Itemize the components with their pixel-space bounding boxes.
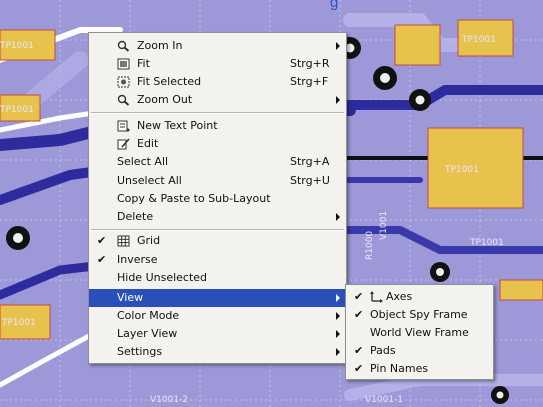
component-label: V1001	[379, 211, 389, 240]
menu-item-copy-paste-sub-layout[interactable]: Copy & Paste to Sub-Layout	[89, 190, 346, 208]
menu-item-grid[interactable]: ✔ Grid	[89, 232, 346, 250]
menu-item-label: Zoom In	[137, 39, 183, 52]
pad	[394, 24, 441, 66]
menu-item-label: World View Frame	[370, 326, 469, 339]
menu-item-shortcut: Strg+R	[290, 57, 330, 70]
menu-item-label: Layer View	[117, 327, 178, 340]
menu-item-shortcut: Strg+A	[290, 155, 330, 168]
submenu-item-world-view-frame[interactable]: World View Frame	[346, 324, 493, 342]
component-label: V1001-2	[150, 395, 188, 405]
component-label: V1001-1	[365, 395, 403, 405]
checkmark-icon: ✔	[354, 362, 364, 375]
menu-item-label: Color Mode	[117, 309, 180, 322]
menu-item-label: Edit	[137, 137, 159, 150]
menu-item-inverse[interactable]: ✔ Inverse	[89, 251, 346, 269]
window-title-fragment: g	[330, 0, 339, 11]
menu-item-label: Pads	[370, 344, 396, 357]
pcb-layout-window: TP1001 TP1001 TP1001 TP1001 TP1001 TP100…	[0, 0, 543, 407]
fit-selected-icon	[117, 76, 130, 88]
submenu-arrow-icon	[336, 312, 340, 320]
submenu-item-object-spy-frame[interactable]: ✔ Object Spy Frame	[346, 306, 493, 324]
menu-item-label: Grid	[137, 234, 161, 247]
menu-item-label: Inverse	[117, 253, 158, 266]
menu-item-label: Fit	[137, 57, 150, 70]
new-text-point-icon	[117, 120, 130, 132]
menu-separator	[91, 112, 344, 114]
menu-item-label: Pin Names	[370, 362, 429, 375]
menu-item-color-mode[interactable]: Color Mode	[89, 307, 346, 325]
pad-label: TP1001	[444, 165, 479, 175]
menu-item-fit-selected[interactable]: Fit Selected Strg+F	[89, 73, 346, 91]
pad	[499, 279, 543, 301]
menu-item-unselect-all[interactable]: Unselect All Strg+U	[89, 172, 346, 190]
pad-label: TP1001	[461, 35, 496, 45]
checkmark-icon: ✔	[97, 234, 107, 247]
submenu-arrow-icon	[336, 330, 340, 338]
checkmark-icon: ✔	[354, 290, 364, 303]
submenu-arrow-icon	[336, 42, 340, 50]
zoom-in-icon	[117, 40, 130, 52]
menu-item-label: Unselect All	[117, 174, 182, 187]
menu-item-edit[interactable]: Edit	[89, 135, 346, 153]
menu-item-select-all[interactable]: Select All Strg+A	[89, 153, 346, 171]
menu-item-label: Copy & Paste to Sub-Layout	[117, 192, 271, 205]
menu-item-zoom-in[interactable]: Zoom In	[89, 37, 346, 55]
menu-item-label: Object Spy Frame	[370, 308, 468, 321]
pad-label: TP1001	[0, 105, 34, 115]
menu-item-label: View	[117, 291, 144, 304]
submenu-arrow-icon	[336, 213, 340, 221]
menu-item-zoom-out[interactable]: Zoom Out	[89, 91, 346, 109]
pad-label: TP1001	[469, 238, 504, 248]
menu-separator	[91, 229, 344, 231]
fit-icon	[117, 58, 130, 70]
checkmark-icon: ✔	[97, 253, 107, 266]
submenu-item-axes[interactable]: ✔ Axes	[346, 288, 493, 306]
menu-item-settings[interactable]: Settings	[89, 343, 346, 361]
menu-item-view[interactable]: View	[89, 289, 346, 307]
view-submenu: ✔ Axes ✔ Object Spy Frame World View Fra…	[345, 284, 494, 380]
menu-item-label: Hide Unselected	[117, 271, 208, 284]
menu-item-fit[interactable]: Fit Strg+R	[89, 55, 346, 73]
menu-item-new-text-point[interactable]: New Text Point	[89, 117, 346, 135]
menu-item-label: Axes	[386, 290, 413, 303]
menu-item-shortcut: Strg+U	[290, 174, 330, 187]
menu-item-label: Fit Selected	[137, 75, 202, 88]
menu-item-shortcut: Strg+F	[290, 75, 329, 88]
menu-item-hide-unselected[interactable]: Hide Unselected	[89, 269, 346, 287]
checkmark-icon: ✔	[354, 308, 364, 321]
submenu-arrow-icon	[336, 96, 340, 104]
component-label: R1000	[365, 231, 375, 260]
axes-icon	[370, 291, 383, 303]
grid-icon	[117, 235, 130, 247]
submenu-item-pin-names[interactable]: ✔ Pin Names	[346, 360, 493, 378]
checkmark-icon: ✔	[354, 344, 364, 357]
pad-label: TP1001	[0, 41, 34, 51]
edit-icon	[117, 138, 130, 150]
menu-item-label: New Text Point	[137, 119, 218, 132]
menu-item-label: Settings	[117, 345, 163, 358]
pad-label: TP1001	[1, 318, 36, 328]
menu-item-label: Delete	[117, 210, 154, 223]
menu-item-layer-view[interactable]: Layer View	[89, 325, 346, 343]
menu-item-label: Zoom Out	[137, 93, 193, 106]
submenu-item-pads[interactable]: ✔ Pads	[346, 342, 493, 360]
submenu-arrow-icon	[336, 348, 340, 356]
zoom-out-icon	[117, 94, 130, 106]
context-menu: Zoom In Fit Strg+R Fit Selected Strg+F Z…	[88, 32, 347, 364]
menu-item-label: Select All	[117, 155, 169, 168]
menu-item-delete[interactable]: Delete	[89, 208, 346, 226]
submenu-arrow-icon	[336, 294, 340, 302]
